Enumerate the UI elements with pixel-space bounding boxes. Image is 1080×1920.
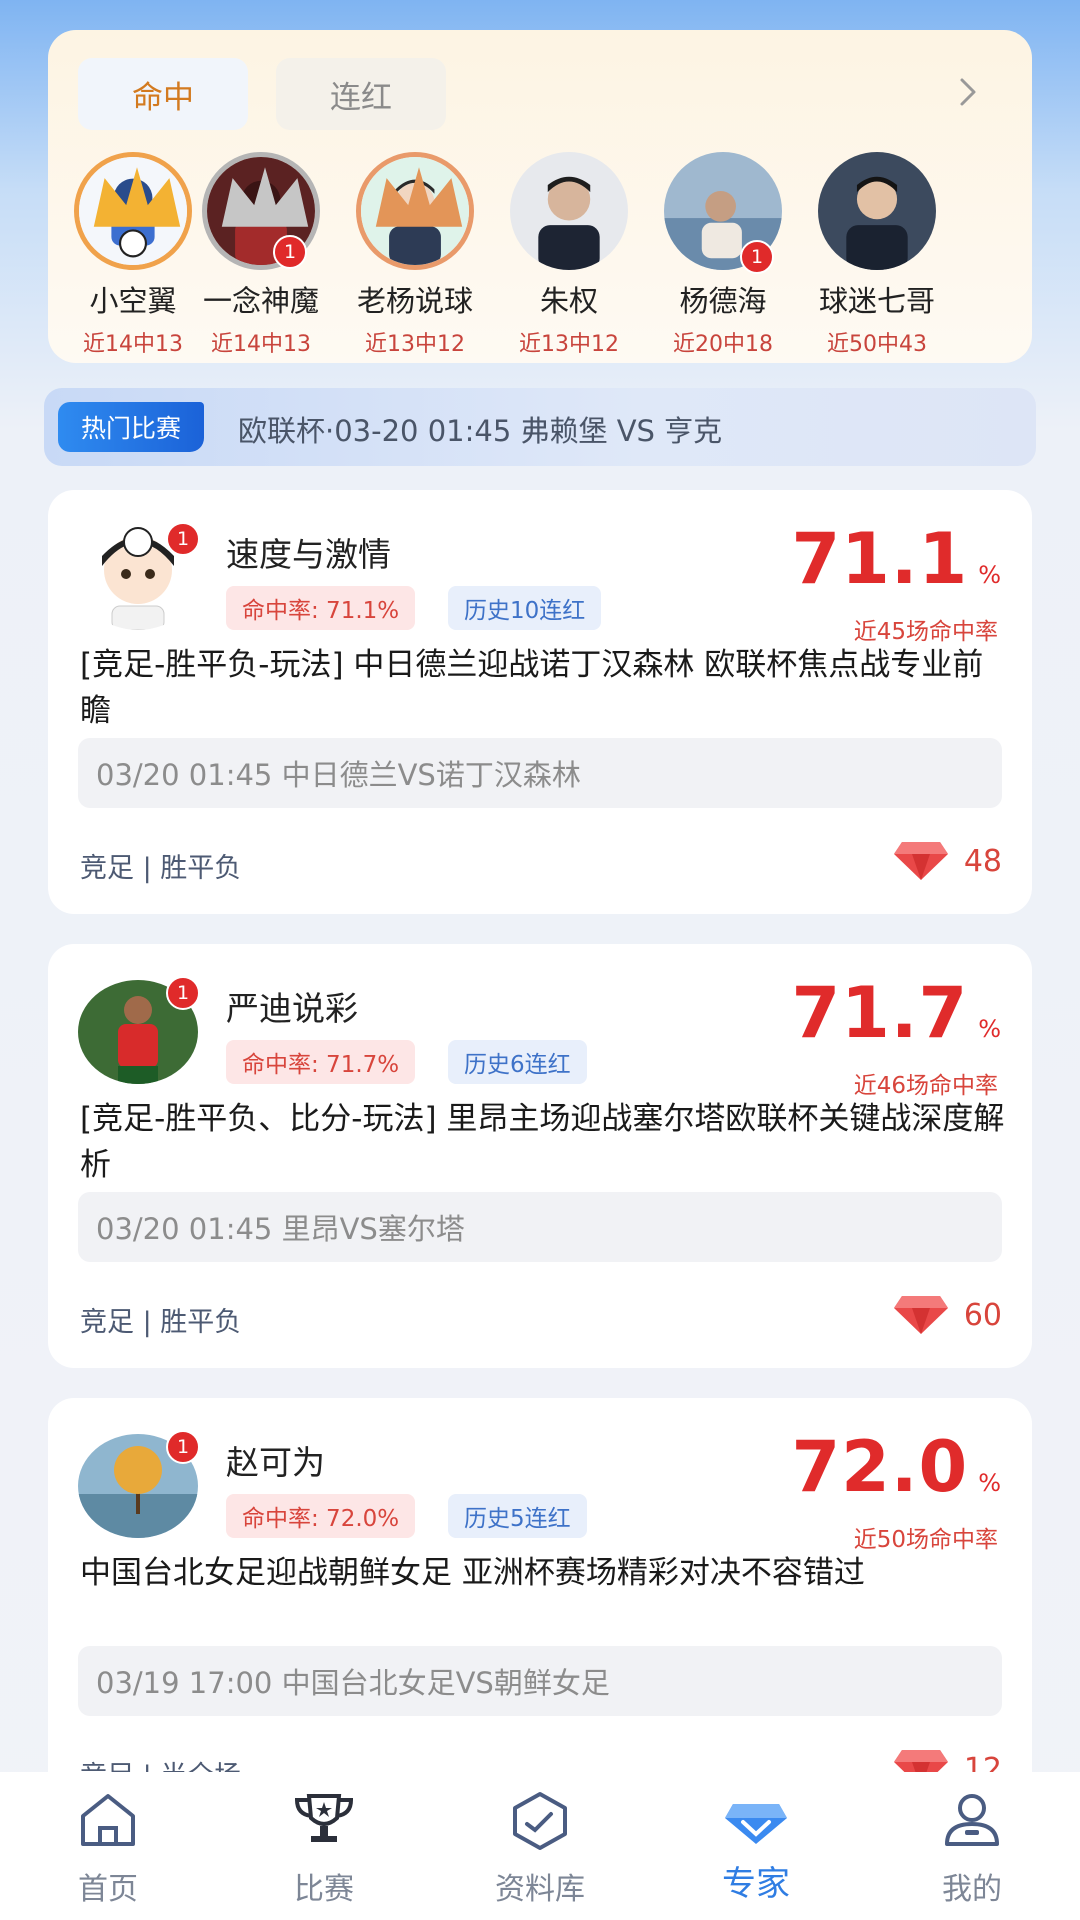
nav-label: 比赛 bbox=[294, 1872, 354, 1907]
notification-badge: 1 bbox=[273, 235, 307, 269]
hot-match-tag: 热门比赛 bbox=[58, 402, 204, 452]
hit-rate-pill: 命中率: 71.7% bbox=[226, 1040, 416, 1084]
notification-badge: 1 bbox=[166, 976, 200, 1010]
match-info: 03/19 17:00 中国台北女足VS朝鲜女足 bbox=[78, 1646, 1002, 1716]
streak-pill: 历史5连红 bbox=[448, 1494, 587, 1538]
expert-record: 近13中12 bbox=[519, 332, 619, 357]
ranked-expert[interactable]: 球迷七哥 近50中43 bbox=[802, 152, 952, 358]
expert-name: 杨德海 bbox=[679, 284, 767, 318]
bottom-navigation: 首页 比赛 资料库 专家 我的 bbox=[0, 1772, 1080, 1920]
ranked-expert[interactable]: 朱权 近13中12 bbox=[494, 152, 644, 358]
hit-rate-caption: 近46场命中率 bbox=[853, 1073, 998, 1099]
nav-label: 专家 bbox=[722, 1864, 790, 1904]
avatar: 1 bbox=[664, 152, 782, 274]
user-icon bbox=[945, 1794, 999, 1846]
expert-name: 球迷七哥 bbox=[818, 284, 935, 318]
crown-icon bbox=[93, 167, 181, 227]
expert-record: 近20中18 bbox=[673, 332, 773, 357]
hit-rate-caption: 近50场命中率 bbox=[853, 1527, 998, 1553]
home-icon bbox=[81, 1794, 135, 1846]
expert-name: 一念神魔 bbox=[202, 284, 319, 318]
avatar bbox=[356, 152, 474, 270]
nav-matches[interactable]: 比赛 bbox=[254, 1790, 394, 1908]
play-type-tags: 竞足 | 胜平负 bbox=[80, 853, 242, 884]
prediction-card[interactable]: 1 赵可为 命中率: 72.0% 历史5连红 72.0% 近50场命中率 中国台… bbox=[48, 1398, 1032, 1822]
price: 60 bbox=[892, 1294, 1002, 1336]
nav-label: 资料库 bbox=[495, 1872, 585, 1907]
trophy-icon bbox=[294, 1794, 354, 1842]
expert-record: 近13中12 bbox=[365, 332, 465, 357]
hit-rate-pill: 命中率: 72.0% bbox=[226, 1494, 416, 1538]
expert-record: 近14中13 bbox=[211, 332, 311, 357]
ranked-expert[interactable]: 1 杨德海 近20中18 bbox=[648, 152, 798, 358]
nav-profile[interactable]: 我的 bbox=[902, 1790, 1042, 1908]
nav-label: 首页 bbox=[78, 1872, 138, 1907]
prediction-card[interactable]: 1 严迪说彩 命中率: 71.7% 历史6连红 71.7% 近46场命中率 [竞… bbox=[48, 944, 1032, 1368]
expert-name: 速度与激情 bbox=[226, 535, 391, 574]
notification-badge: 1 bbox=[166, 522, 200, 556]
hit-rate-value: 72.0% bbox=[791, 1426, 1002, 1508]
streak-pill: 历史10连红 bbox=[448, 586, 602, 630]
hit-rate-value: 71.1% bbox=[791, 518, 1002, 600]
hit-rate-caption: 近45场命中率 bbox=[853, 619, 998, 645]
expert-record: 近50中43 bbox=[827, 332, 927, 357]
prediction-title: 中国台北女足迎战朝鲜女足 亚洲杯赛场精彩对决不容错过 bbox=[80, 1555, 865, 1591]
crown-icon bbox=[375, 167, 463, 227]
prediction-title: [竞足-胜平负、比分-玩法] 里昂主场迎战塞尔塔欧联杯关键战深度解析 bbox=[80, 1101, 1005, 1183]
diamond-price-icon bbox=[893, 1296, 948, 1334]
expert-ranking-panel: 命中 连红 小空翼 近14中13 1 一念神魔 近14中13 老杨说球 近13中… bbox=[48, 30, 1032, 363]
expert-name: 严迪说彩 bbox=[226, 989, 358, 1028]
expert-name: 赵可为 bbox=[226, 1443, 325, 1482]
diamond-icon bbox=[725, 1804, 787, 1844]
tab-streak[interactable]: 连红 bbox=[276, 58, 446, 130]
expert-name: 老杨说球 bbox=[356, 284, 473, 318]
avatar: 1 bbox=[202, 152, 320, 270]
prediction-card[interactable]: 1 速度与激情 命中率: 71.1% 历史10连红 71.1% 近45场命中率 … bbox=[48, 490, 1032, 914]
price: 48 bbox=[892, 840, 1002, 882]
avatar bbox=[74, 152, 192, 270]
hot-match-banner[interactable]: 热门比赛 欧联杯·03-20 01:45 弗赖堡 VS 亨克 bbox=[44, 388, 1036, 466]
nav-home[interactable]: 首页 bbox=[38, 1790, 178, 1908]
prediction-title: [竞足-胜平负-玩法] 中日德兰迎战诺丁汉森林 欧联杯焦点战专业前瞻 bbox=[80, 647, 984, 729]
crown-icon bbox=[221, 167, 309, 227]
nav-database[interactable]: 资料库 bbox=[470, 1790, 610, 1908]
play-type-tags: 竞足 | 胜平负 bbox=[80, 1307, 242, 1338]
notification-badge: 1 bbox=[166, 1430, 200, 1464]
hit-rate-value: 71.7% bbox=[791, 972, 1002, 1054]
expert-name: 朱权 bbox=[539, 284, 598, 318]
match-info: 03/20 01:45 中日德兰VS诺丁汉森林 bbox=[78, 738, 1002, 808]
avatar bbox=[510, 152, 628, 270]
chevron-right-icon[interactable] bbox=[950, 74, 986, 110]
expert-avatar[interactable]: 1 bbox=[78, 522, 200, 630]
diamond-price-icon bbox=[893, 842, 948, 880]
expert-avatar[interactable]: 1 bbox=[78, 1430, 200, 1538]
hot-match-text: 欧联杯·03-20 01:45 弗赖堡 VS 亨克 bbox=[238, 414, 723, 448]
avatar bbox=[818, 152, 936, 270]
nav-label: 我的 bbox=[942, 1872, 1002, 1907]
hit-rate-pill: 命中率: 71.1% bbox=[226, 586, 416, 630]
ranked-expert[interactable]: 老杨说球 近13中12 bbox=[340, 152, 490, 358]
notification-badge: 1 bbox=[740, 240, 774, 274]
ranked-expert[interactable]: 1 一念神魔 近14中13 bbox=[186, 152, 336, 358]
database-icon bbox=[513, 1792, 567, 1850]
expert-avatar[interactable]: 1 bbox=[78, 976, 200, 1084]
nav-experts[interactable]: 专家 bbox=[686, 1790, 826, 1905]
tab-hit[interactable]: 命中 bbox=[78, 58, 248, 130]
streak-pill: 历史6连红 bbox=[448, 1040, 587, 1084]
match-info: 03/20 01:45 里昂VS塞尔塔 bbox=[78, 1192, 1002, 1262]
